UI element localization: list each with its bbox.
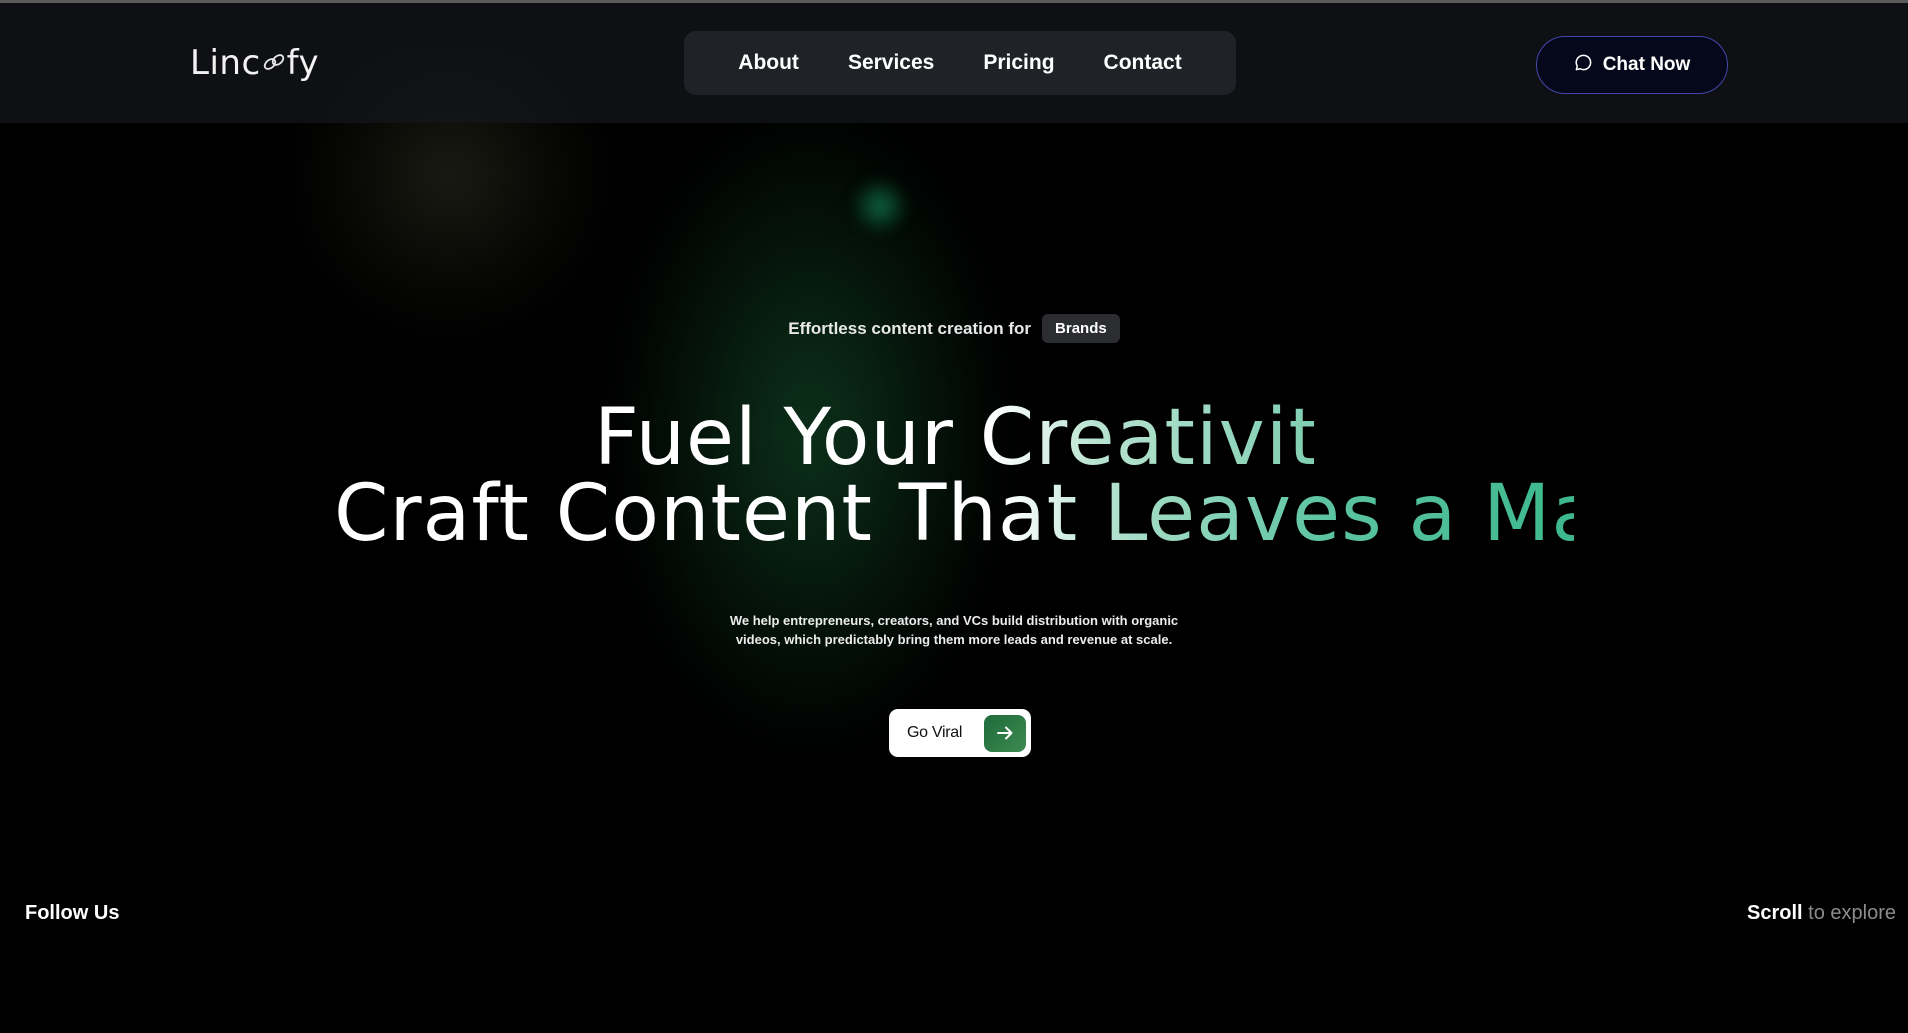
go-viral-label: Go Viral: [907, 724, 963, 741]
scroll-to-explore: Scroll to explore: [1747, 902, 1896, 925]
chat-now-label: Chat Now: [1602, 54, 1691, 75]
nav-about[interactable]: About: [738, 51, 799, 75]
hero-title: Fuel Your Creativity Craft Content That …: [0, 393, 1908, 559]
audience-badge: Brands: [1042, 314, 1120, 343]
hero-title-line-2: Craft Content That Leaves a Mark!: [334, 469, 1712, 559]
follow-us-label[interactable]: Follow Us: [25, 902, 119, 925]
site-header: Linc fy About Services Pricing Contact Ch…: [0, 3, 1908, 123]
hero-subtitle: We help entrepreneurs, creators, and VCs…: [0, 611, 1908, 649]
hero-tagline: Effortless content creation for Brands: [0, 314, 1908, 343]
nav-pricing[interactable]: Pricing: [983, 51, 1054, 75]
go-viral-button[interactable]: Go Viral: [889, 709, 1031, 757]
brand-logo[interactable]: Linc fy: [190, 43, 319, 83]
chat-now-button[interactable]: Chat Now: [1536, 36, 1728, 94]
brand-name-end: fy: [286, 43, 320, 83]
nav-contact[interactable]: Contact: [1104, 51, 1182, 75]
chat-bubble-icon: [1574, 53, 1593, 78]
background-glow-dot: [852, 178, 908, 234]
nav-services[interactable]: Services: [848, 51, 934, 75]
hero-subtitle-line-1: We help entrepreneurs, creators, and VCs…: [729, 613, 1179, 628]
main-nav: About Services Pricing Contact: [684, 31, 1236, 95]
tagline-text: Effortless content creation for: [788, 318, 1032, 338]
scroll-word: Scroll: [1747, 902, 1803, 924]
arrow-right-icon: [984, 714, 1026, 752]
hero-subtitle-line-2: videos, which predictably bring them mor…: [735, 632, 1173, 647]
hero-title-line-1: Fuel Your Creativity: [594, 393, 1368, 483]
link-chain-icon: [261, 50, 287, 80]
brand-name-start: Linc: [190, 43, 261, 83]
to-explore-words: to explore: [1808, 902, 1896, 924]
